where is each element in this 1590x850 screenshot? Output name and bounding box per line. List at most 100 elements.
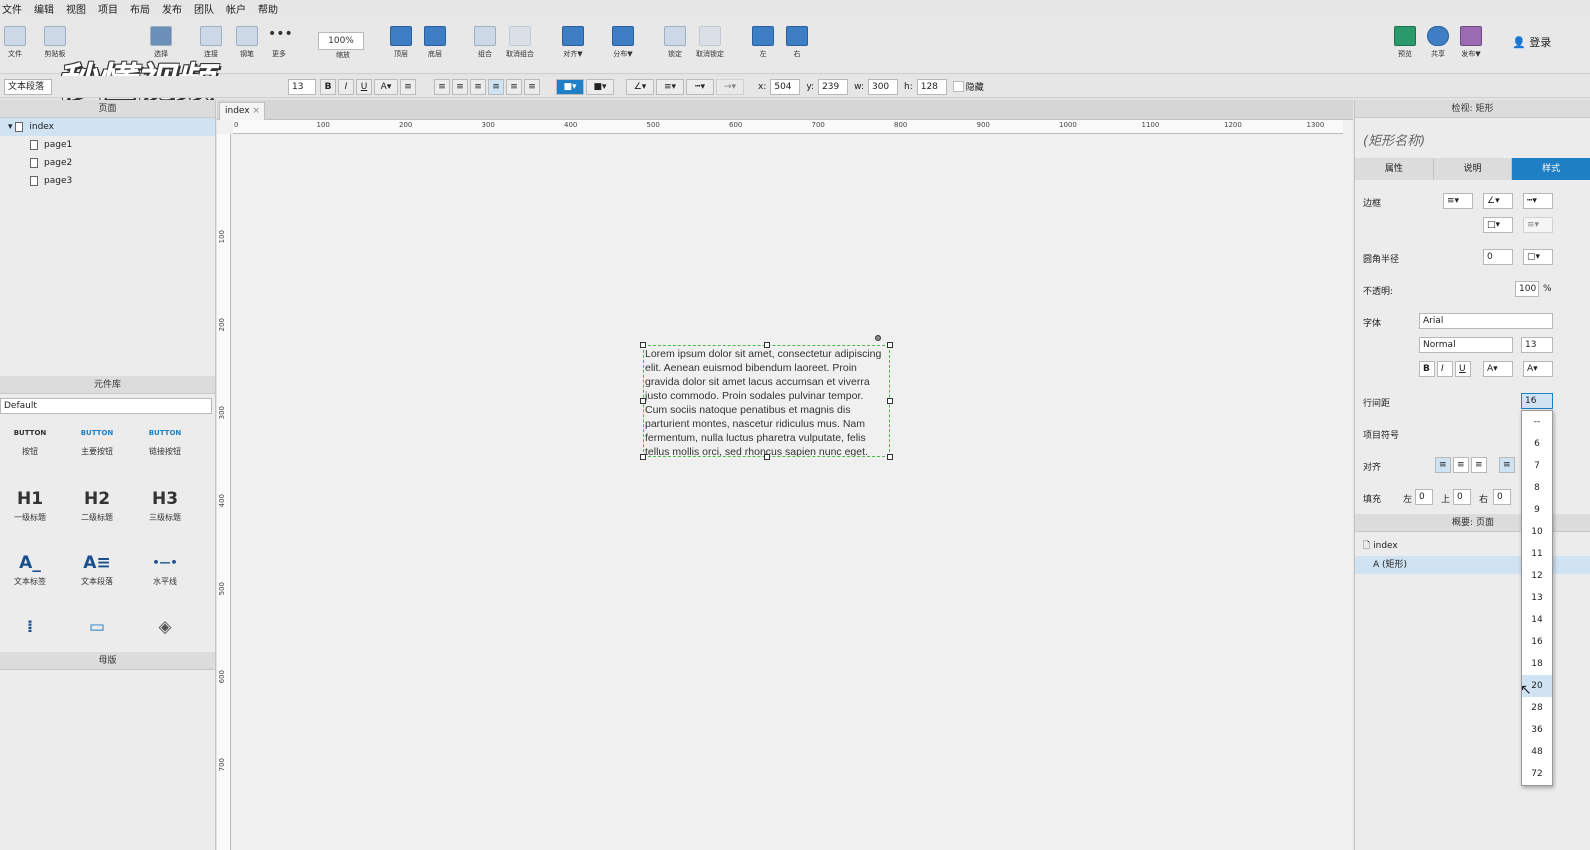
ungroup-button[interactable]: 取消组合 (506, 26, 534, 59)
preview-button[interactable]: 预览 (1394, 26, 1416, 59)
font-color-button[interactable]: A▾ (374, 78, 398, 95)
tab-index[interactable]: index × (219, 102, 265, 120)
right-button[interactable]: 右 (786, 26, 808, 59)
resize-handle[interactable] (640, 454, 646, 460)
shadow-button[interactable]: ■▾ (586, 78, 614, 95)
rotate-handle[interactable] (875, 335, 881, 341)
text-shadow-select[interactable]: A▾ (1523, 361, 1553, 377)
arrow-style-button[interactable]: →▾ (716, 78, 744, 95)
lib-primary-button[interactable]: BUTTON 主要按钮 (67, 420, 127, 457)
tab-style[interactable]: 样式 (1512, 158, 1590, 180)
lib-link-button[interactable]: BUTTON 链接按钮 (135, 420, 195, 457)
dropdown-option[interactable]: 7 (1522, 455, 1552, 477)
resize-handle[interactable] (887, 454, 893, 460)
zoom-control[interactable]: 100% 缩放 (318, 32, 368, 60)
underline-button[interactable]: U (356, 78, 372, 95)
lib-h2[interactable]: H2 二级标题 (67, 486, 127, 523)
padding-left-input[interactable]: 0 (1415, 489, 1433, 505)
page-tree-item[interactable]: page2 (0, 154, 215, 172)
dropdown-option[interactable]: 10 (1522, 521, 1552, 543)
menu-edit[interactable]: 编辑 (34, 1, 54, 16)
dropdown-option[interactable]: 12 (1522, 565, 1552, 587)
dropdown-option[interactable]: 72 (1522, 763, 1552, 785)
padding-top-input[interactable]: 0 (1453, 489, 1471, 505)
dropdown-option[interactable]: 13 (1522, 587, 1552, 609)
more-button[interactable]: ••• 更多 (268, 26, 293, 59)
menu-view[interactable]: 视图 (66, 1, 86, 16)
lib-text-paragraph[interactable]: A≡ 文本段落 (67, 550, 127, 587)
unlock-button[interactable]: 取消锁定 (696, 26, 724, 59)
page-tree-item[interactable]: page1 (0, 136, 215, 154)
align-button[interactable]: 对齐▼ (562, 26, 584, 59)
dropdown-option[interactable]: 16 (1522, 631, 1552, 653)
hide-checkbox[interactable] (952, 81, 964, 92)
outline-item-rect[interactable]: A (矩形) (1355, 556, 1590, 574)
y-input[interactable]: 239 (818, 78, 849, 95)
lib-vertical-line[interactable]: ⁞ (0, 614, 60, 640)
dropdown-option[interactable]: 8 (1522, 477, 1552, 499)
text-color-select[interactable]: A▾ (1483, 361, 1513, 377)
dropdown-option[interactable]: 11 (1522, 543, 1552, 565)
dropdown-option[interactable]: 14 (1522, 609, 1552, 631)
file-button[interactable]: 文件 (4, 26, 26, 59)
menu-account[interactable]: 帐户 (226, 1, 246, 16)
lib-h1[interactable]: H1 一级标题 (0, 486, 60, 523)
font-size-select[interactable]: 13 (288, 78, 316, 95)
font-family-select[interactable]: Arial (1419, 313, 1553, 329)
w-input[interactable]: 300 (867, 78, 898, 95)
publish-button[interactable]: 发布▼ (1460, 26, 1482, 59)
close-icon[interactable]: × (253, 106, 261, 116)
tab-properties[interactable]: 属性 (1355, 158, 1434, 180)
valign-middle-button[interactable]: ≡ (506, 78, 522, 95)
fill-color-button[interactable]: ■▾ (556, 78, 584, 95)
menu-layout[interactable]: 布局 (130, 1, 150, 16)
underline-toggle[interactable]: U (1455, 361, 1471, 377)
align-right-button[interactable]: ≡ (470, 78, 486, 95)
bold-button[interactable]: B (320, 78, 336, 95)
lib-text-label[interactable]: A_ 文本标签 (0, 550, 60, 587)
lib-h3[interactable]: H3 三级标题 (135, 486, 195, 523)
font-weight-select[interactable]: Normal (1419, 337, 1513, 353)
menu-help[interactable]: 帮助 (258, 1, 278, 16)
resize-handle[interactable] (887, 398, 893, 404)
zoom-select[interactable]: 100% (318, 32, 364, 50)
arrow-select[interactable]: ≡▾ (1523, 217, 1553, 233)
left-button[interactable]: 左 (752, 26, 774, 59)
resize-handle[interactable] (764, 342, 770, 348)
lib-button[interactable]: BUTTON 按钮 (0, 420, 60, 457)
text-align-left[interactable]: ≡ (1435, 457, 1451, 473)
tab-notes[interactable]: 说明 (1433, 158, 1513, 180)
align-center-button[interactable]: ≡ (452, 78, 468, 95)
line-width-button[interactable]: ≡▾ (656, 78, 684, 95)
send-back-button[interactable]: 底层 (424, 26, 446, 59)
dropdown-option[interactable]: 9 (1522, 499, 1552, 521)
h-input[interactable]: 128 (916, 78, 947, 95)
list-button[interactable]: ≡ (400, 78, 416, 95)
font-size-select-right[interactable]: 13 (1521, 337, 1553, 353)
dropdown-option[interactable]: 18 (1522, 653, 1552, 675)
corner-radius-input[interactable]: 0 (1483, 249, 1513, 265)
valign-top-button[interactable]: ≡ (488, 78, 504, 95)
menu-file[interactable]: 文件 (2, 1, 22, 16)
distribute-button[interactable]: 分布▼ (612, 26, 634, 59)
border-visible-select[interactable]: □▾ (1483, 217, 1513, 233)
border-weight-select[interactable]: ≡▾ (1443, 193, 1473, 209)
menu-team[interactable]: 团队 (194, 1, 214, 16)
canvas-area[interactable]: index × 0 100 200 300 400 500 600 700 800 900 1000… (217, 100, 1353, 850)
lib-dynamic-panel[interactable]: ◈ (135, 614, 195, 640)
padding-right-input[interactable]: 0 (1493, 489, 1511, 505)
opacity-input[interactable]: 100 (1515, 281, 1539, 297)
border-color-select[interactable]: ∠▾ (1483, 193, 1513, 209)
corner-style-select[interactable]: ▢▾ (1523, 249, 1553, 265)
lib-horizontal-line[interactable]: •—• 水平线 (135, 550, 195, 587)
line-color-button[interactable]: ∠▾ (626, 78, 654, 95)
italic-toggle[interactable]: I (1437, 361, 1453, 377)
resize-handle[interactable] (764, 454, 770, 460)
x-input[interactable]: 504 (770, 78, 801, 95)
dropdown-option[interactable]: 6 (1522, 433, 1552, 455)
bring-front-button[interactable]: 顶层 (390, 26, 412, 59)
style-select[interactable]: 文本段落 (4, 78, 52, 95)
dropdown-option[interactable]: 28 (1522, 697, 1552, 719)
resize-handle[interactable] (640, 342, 646, 348)
dropdown-option[interactable]: 48 (1522, 741, 1552, 763)
